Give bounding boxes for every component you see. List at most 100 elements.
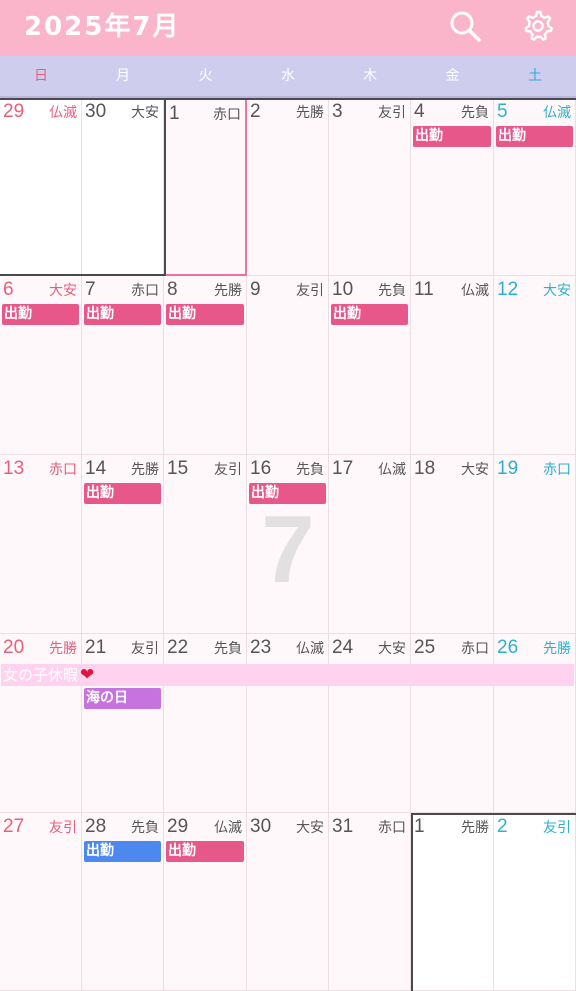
rokuyo-label: 仏滅 [461, 283, 489, 299]
shift-event[interactable]: 出勤 [166, 841, 244, 862]
rokuyo-label: 先勝 [131, 462, 159, 478]
day-cell[interactable]: 4 先負 出勤 [411, 98, 494, 276]
day-number: 3 [332, 101, 343, 122]
rokuyo-label: 赤口 [461, 641, 489, 657]
day-cell[interactable]: 17 仏滅 [329, 455, 411, 634]
shift-event[interactable]: 出勤 [84, 483, 161, 504]
rokuyo-label: 先勝 [296, 105, 324, 121]
weekday-label: 日 [34, 68, 48, 84]
day-number: 9 [250, 279, 261, 300]
weekday-label: 金 [445, 68, 460, 84]
rokuyo-label: 仏滅 [378, 462, 406, 478]
day-cell[interactable]: 23 仏滅 [247, 634, 329, 813]
day-cell[interactable]: 29 仏滅 出勤 [164, 813, 247, 991]
day-number: 29 [167, 816, 189, 837]
rokuyo-label: 赤口 [213, 107, 241, 123]
month-boundary-line [0, 98, 164, 100]
day-cell-today[interactable]: 1 赤口 [164, 98, 247, 276]
shift-event[interactable]: 出勤 [84, 304, 161, 325]
heart-icon: ❤ [80, 665, 95, 685]
day-number: 27 [3, 816, 25, 837]
day-cell[interactable]: 29 仏滅 [0, 98, 82, 276]
shift-event[interactable]: 出勤 [249, 483, 326, 504]
shift-event[interactable]: 出勤 [413, 126, 491, 147]
day-cell[interactable]: 8 先勝 出勤 [164, 276, 247, 455]
rokuyo-label: 大安 [131, 105, 159, 121]
rokuyo-label: 先勝 [543, 641, 571, 657]
day-cell[interactable]: 5 仏滅 出勤 [494, 98, 576, 276]
day-cell[interactable]: 10 先負出勤 [329, 276, 411, 455]
day-number: 5 [497, 101, 508, 122]
shift-event[interactable]: 出勤 [331, 304, 408, 325]
day-cell[interactable]: 21 友引 海の日 [82, 634, 164, 813]
shift-event[interactable]: 出勤 [166, 304, 244, 325]
day-cell[interactable]: 11 仏滅 [411, 276, 494, 455]
month-boundary-line [164, 98, 576, 100]
day-cell[interactable]: 12 大安 [494, 276, 576, 455]
day-cell[interactable]: 25 赤口 [411, 634, 494, 813]
day-cell[interactable]: 27 友引 [0, 813, 82, 991]
month-title[interactable]: 2025年7月 [24, 9, 180, 45]
day-cell[interactable]: 20 先勝 [0, 634, 82, 813]
day-cell[interactable]: 6 大安 出勤 [0, 276, 82, 455]
day-number: 20 [3, 637, 25, 658]
day-cell[interactable]: 1 先勝 [411, 813, 494, 991]
rokuyo-label: 大安 [461, 462, 489, 478]
search-icon [450, 11, 481, 42]
day-cell[interactable]: 28 先負出勤 [82, 813, 164, 991]
rokuyo-label: 大安 [296, 820, 324, 836]
day-number: 6 [3, 279, 14, 300]
month-boundary-line [164, 98, 166, 276]
weekday-label: 月 [116, 68, 130, 84]
day-cell[interactable]: 22 先負 [164, 634, 247, 813]
rokuyo-label: 友引 [543, 820, 571, 836]
day-number: 28 [85, 816, 107, 837]
day-number: 2 [497, 816, 508, 837]
day-number: 11 [414, 279, 434, 300]
day-number: 23 [250, 637, 272, 658]
day-cell[interactable]: 9 友引 [247, 276, 329, 455]
day-cell[interactable]: 14 先勝 出勤 [82, 455, 164, 634]
shift-event[interactable]: 出勤 [2, 304, 79, 325]
day-number: 16 [250, 458, 272, 479]
month-boundary-line [411, 813, 413, 991]
shift-event[interactable]: 出勤 [84, 841, 161, 862]
holiday-event[interactable]: 海の日 [84, 688, 161, 709]
day-cell[interactable]: 30 大安 [82, 98, 164, 276]
day-cell[interactable]: 24 大安 [329, 634, 411, 813]
rokuyo-label: 大安 [378, 641, 406, 657]
shift-event[interactable]: 出勤 [496, 126, 573, 147]
day-cell[interactable]: 30 大安 [247, 813, 329, 991]
day-number: 25 [414, 637, 436, 658]
rokuyo-label: 仏滅 [296, 641, 324, 657]
rokuyo-label: 先負 [378, 283, 406, 299]
weekday-label: 水 [281, 68, 295, 84]
day-number: 10 [332, 279, 354, 300]
day-cell[interactable]: 16 先負 出勤 [247, 455, 329, 634]
day-cell[interactable]: 2 友引 [494, 813, 576, 991]
day-number: 19 [497, 458, 519, 479]
multi-day-event[interactable]: 女の子休暇 ❤ [1, 664, 574, 686]
day-cell[interactable]: 2 先勝 [247, 98, 329, 276]
month-boundary-line [411, 813, 576, 815]
day-cell[interactable]: 15 友引 [164, 455, 247, 634]
search-button[interactable] [447, 8, 483, 44]
day-cell[interactable]: 7 赤口 出勤 [82, 276, 164, 455]
day-cell[interactable]: 18 大安 [411, 455, 494, 634]
rokuyo-label: 先負 [131, 820, 159, 836]
day-number: 31 [332, 816, 354, 837]
gear-icon [524, 10, 553, 42]
day-cell[interactable]: 19 赤口 [494, 455, 576, 634]
day-cell[interactable]: 3 友引 [329, 98, 411, 276]
rokuyo-label: 先負 [214, 641, 242, 657]
day-number: 4 [414, 101, 425, 122]
day-number: 18 [414, 458, 436, 479]
day-number: 26 [497, 637, 519, 658]
multi-day-event-label: 女の子休暇 [3, 666, 79, 684]
day-cell[interactable]: 13 赤口 [0, 455, 82, 634]
day-cell[interactable]: 26 先勝 [494, 634, 576, 813]
day-number: 7 [85, 279, 96, 300]
settings-button[interactable] [520, 8, 556, 44]
day-cell[interactable]: 31 赤口 [329, 813, 411, 991]
month-grid: 29 仏滅 30 大安 1 赤口 2 先勝 3 友引 4 先負 出勤 5 仏滅 出勤 6 大安 出勤 7 赤口 出勤 8 先勝… [0, 98, 576, 991]
